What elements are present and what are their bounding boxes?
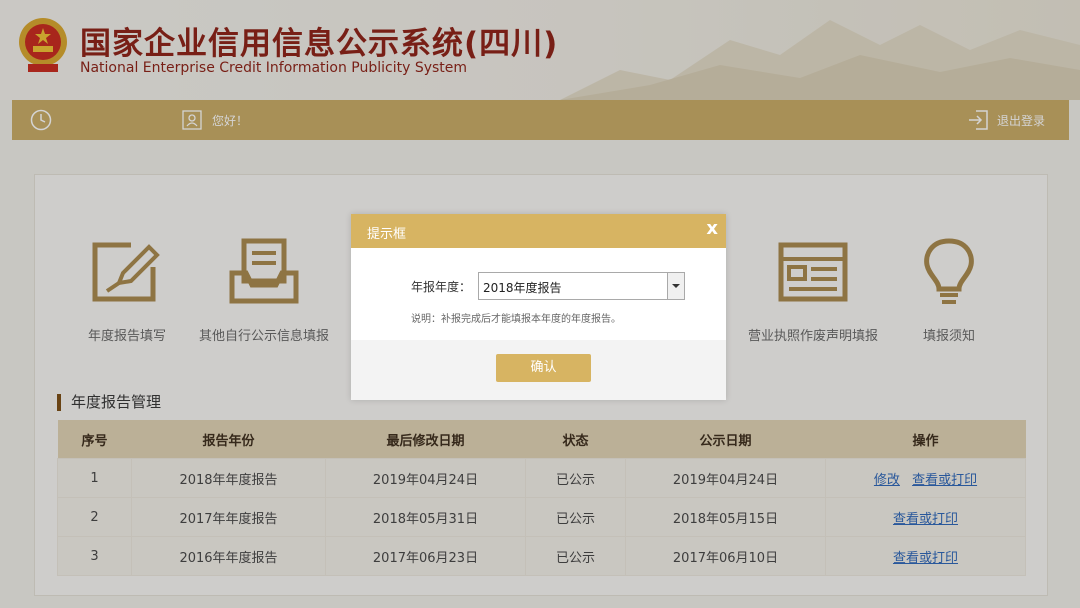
chevron-down-icon[interactable] [667, 273, 684, 299]
prompt-dialog: 提示框 x 年报年度： 2018年度报告 说明：补报完成后才能填报本年度的年度报… [351, 214, 726, 400]
dialog-title: 提示框 [367, 227, 407, 242]
dialog-header: 提示框 x [351, 214, 726, 248]
confirm-button[interactable]: 确认 [496, 354, 591, 382]
report-year-label: 年报年度： [411, 280, 472, 294]
report-year-select[interactable]: 2018年度报告 [478, 272, 685, 300]
dialog-body: 年报年度： 2018年度报告 说明：补报完成后才能填报本年度的年度报告。 [351, 248, 726, 340]
selected-value: 2018年度报告 [483, 281, 562, 295]
dialog-footer: 确认 [351, 340, 726, 400]
close-icon[interactable]: x [706, 218, 718, 239]
dialog-note: 说明：补报完成后才能填报本年度的年度报告。 [411, 314, 621, 325]
